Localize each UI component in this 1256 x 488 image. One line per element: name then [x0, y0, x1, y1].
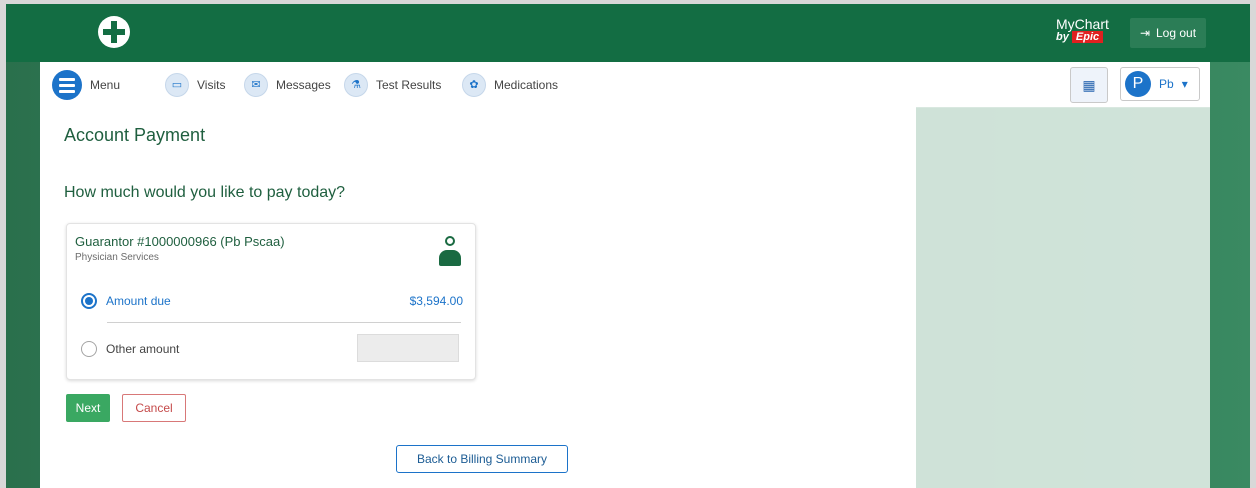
amount-due-option[interactable]: Amount due: [81, 290, 171, 312]
right-side-panel: [916, 107, 1210, 488]
envelope-icon: ✉: [244, 72, 268, 97]
option-divider: [107, 322, 461, 323]
nav-test-results-label: Test Results: [376, 77, 442, 92]
nav-messages[interactable]: ✉ Messages: [244, 62, 331, 107]
amount-due-value: $3,594.00: [409, 294, 463, 308]
pills-icon: ✿: [462, 72, 486, 97]
doctor-icon: [437, 234, 463, 268]
caret-down-icon: ▾: [1181, 77, 1188, 91]
logout-button[interactable]: ⇥ Log out: [1130, 18, 1206, 48]
window-border-right: [1250, 0, 1256, 488]
organization-logo[interactable]: [98, 16, 130, 48]
other-amount-label: Other amount: [106, 342, 180, 356]
payment-question: How much would you like to pay today?: [64, 184, 346, 201]
qr-code-icon: ▦: [1082, 76, 1096, 93]
other-amount-radio[interactable]: [81, 341, 97, 357]
amount-due-radio[interactable]: [81, 293, 97, 309]
logout-icon: ⇥: [1139, 26, 1150, 40]
nav-test-results[interactable]: ⚗ Test Results: [344, 62, 441, 107]
logout-label: Log out: [1156, 26, 1197, 40]
account-card: Guarantor #1000000966 (Pb Pscaa) Physici…: [66, 223, 476, 380]
nav-visits-label: Visits: [197, 77, 226, 92]
main-navigation: Menu ▭ Visits ✉ Messages ⚗ Test Results …: [40, 62, 1210, 108]
epic-badge: by Epic: [1056, 31, 1109, 43]
app-window: MyChart by Epic ⇥ Log out Menu ▭ Visits …: [0, 0, 1256, 488]
mychart-text: MyChart: [1056, 16, 1109, 32]
user-name: Pb: [1159, 77, 1174, 91]
top-header: MyChart by Epic ⇥ Log out: [6, 4, 1250, 62]
avatar: P: [1125, 71, 1151, 97]
menu-icon: [52, 69, 82, 100]
other-amount-input[interactable]: [357, 334, 459, 362]
flask-icon: ⚗: [344, 72, 368, 97]
amount-due-label: Amount due: [106, 294, 171, 308]
qr-code-button[interactable]: ▦: [1070, 67, 1108, 103]
guarantor-title: Guarantor #1000000966 (Pb Pscaa): [75, 234, 285, 249]
guarantor-subtitle: Physician Services: [75, 252, 159, 263]
window-border-left: [0, 0, 6, 488]
other-amount-option[interactable]: Other amount: [81, 338, 179, 360]
main-content: Account Payment How much would you like …: [40, 107, 916, 488]
nav-messages-label: Messages: [276, 77, 331, 92]
next-button[interactable]: Next: [66, 394, 110, 422]
by-text: by: [1056, 31, 1069, 43]
cancel-button[interactable]: Cancel: [122, 394, 186, 422]
mychart-brand: MyChart by Epic: [1056, 16, 1109, 43]
epic-text: Epic: [1071, 31, 1104, 43]
calendar-icon: ▭: [165, 72, 189, 97]
nav-medications-label: Medications: [494, 77, 559, 92]
nav-visits[interactable]: ▭ Visits: [165, 62, 225, 107]
nav-menu[interactable]: Menu: [52, 62, 120, 107]
user-menu[interactable]: P Pb ▾: [1120, 67, 1200, 101]
nav-medications[interactable]: ✿ Medications: [462, 62, 558, 107]
back-to-billing-summary-button[interactable]: Back to Billing Summary: [396, 445, 568, 473]
page-title: Account Payment: [64, 125, 206, 145]
nav-menu-label: Menu: [90, 77, 121, 92]
